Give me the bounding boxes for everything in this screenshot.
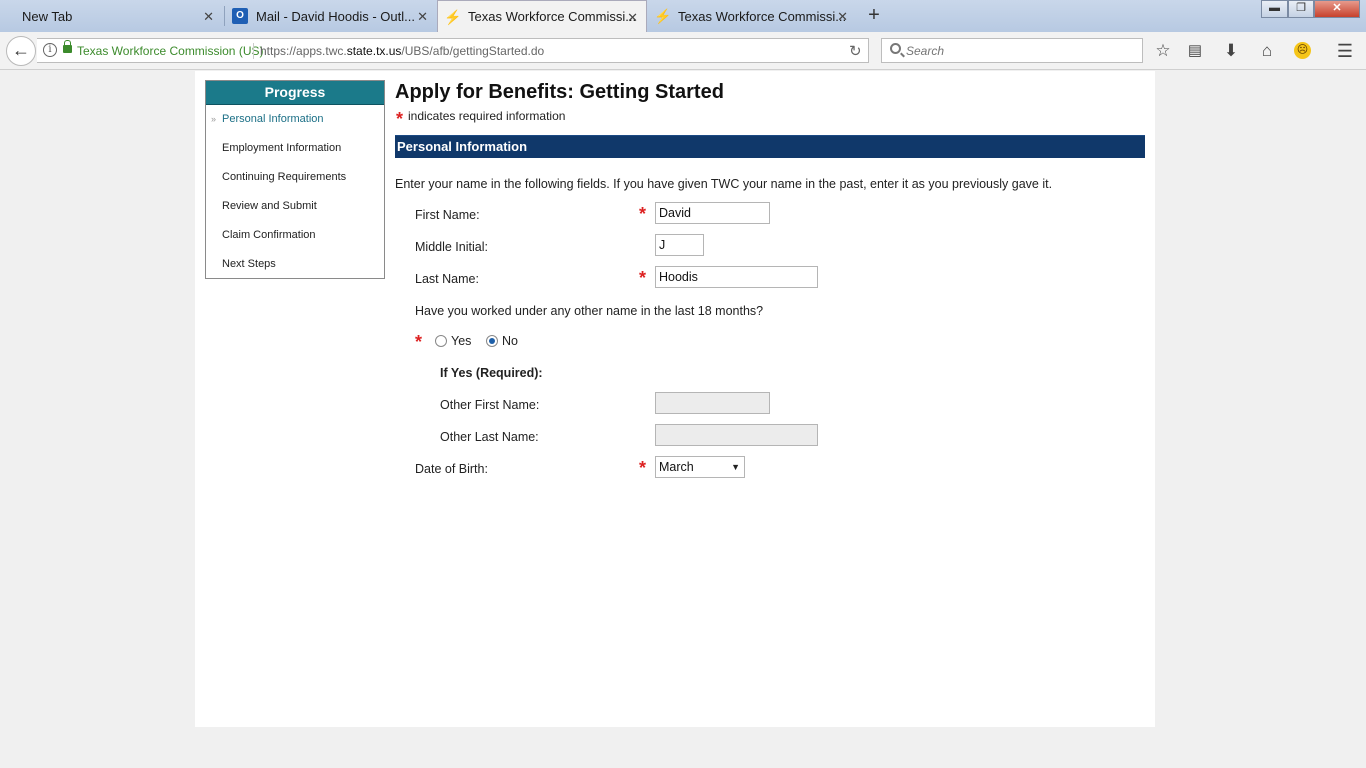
- home-icon[interactable]: ⌂: [1255, 39, 1279, 63]
- personal-information-heading: Personal Information: [395, 135, 1145, 158]
- last-name-label: Last Name:: [415, 272, 479, 286]
- progress-item-claim-confirmation: Claim Confirmation: [222, 229, 316, 241]
- maximize-button[interactable]: ❐: [1288, 0, 1314, 18]
- lock-icon: [63, 40, 72, 53]
- yes-radio[interactable]: [435, 335, 447, 347]
- first-name-label: First Name:: [415, 208, 480, 222]
- page-content: Progress » Personal Information Employme…: [195, 71, 1155, 727]
- search-icon: [890, 43, 901, 54]
- tab-label: Mail - David Hoodis - Outl...: [256, 8, 415, 24]
- first-name-input[interactable]: [655, 202, 770, 224]
- reading-list-icon[interactable]: ▤: [1183, 39, 1207, 63]
- tab-close-icon[interactable]: ✕: [837, 9, 848, 25]
- info-icon[interactable]: i: [43, 43, 57, 57]
- dob-label: Date of Birth:: [415, 462, 488, 476]
- tab-strip: New Tab ✕ O Mail - David Hoodis - Outl..…: [0, 0, 1366, 32]
- url-text[interactable]: https://apps.twc.state.tx.us/UBS/afb/get…: [260, 44, 544, 58]
- last-name-input[interactable]: [655, 266, 818, 288]
- required-note: indicates required information: [408, 109, 566, 123]
- required-star: *: [639, 204, 647, 224]
- search-input[interactable]: [906, 42, 1136, 59]
- chevron-down-icon: ▼: [731, 462, 740, 472]
- other-first-name-label: Other First Name:: [440, 398, 540, 412]
- progress-item-review-and-submit: Review and Submit: [222, 200, 317, 212]
- tab-twc-active[interactable]: ⚡ Texas Workforce Commissi... ✕: [437, 0, 647, 32]
- no-label[interactable]: No: [502, 334, 518, 348]
- menu-icon[interactable]: ☰: [1333, 39, 1357, 63]
- tab-label: Texas Workforce Commissi...: [468, 9, 637, 24]
- twc-bolt-icon: ⚡: [444, 9, 462, 25]
- tab-mail[interactable]: O Mail - David Hoodis - Outl... ✕: [226, 0, 436, 32]
- url-divider: [253, 43, 254, 59]
- url-host: state.tx.us: [346, 44, 402, 58]
- dob-month-select[interactable]: March ▼: [655, 456, 745, 478]
- progress-title: Progress: [206, 81, 384, 105]
- page-title: Apply for Benefits: Getting Started: [395, 81, 724, 103]
- navigation-bar: ← i Texas Workforce Commission (US) http…: [0, 32, 1366, 70]
- url-bar[interactable]: i Texas Workforce Commission (US) https:…: [37, 38, 869, 63]
- tab-twc[interactable]: ⚡ Texas Workforce Commissi... ✕: [648, 0, 856, 32]
- current-step-marker: »: [211, 114, 217, 124]
- tab-label: Texas Workforce Commissi...: [678, 8, 847, 24]
- search-bar[interactable]: [881, 38, 1143, 63]
- no-radio[interactable]: [486, 335, 498, 347]
- progress-item-employment-information: Employment Information: [222, 142, 342, 154]
- progress-item-personal-information: Personal Information: [222, 113, 324, 125]
- twc-bolt-icon: ⚡: [654, 8, 672, 24]
- tab-label: New Tab: [22, 8, 73, 24]
- page-viewport: Progress » Personal Information Employme…: [0, 71, 1350, 727]
- middle-initial-label: Middle Initial:: [415, 240, 488, 254]
- dob-month-value: March: [659, 460, 694, 474]
- required-star: *: [639, 268, 647, 288]
- middle-initial-input[interactable]: [655, 234, 704, 256]
- url-path: /UBS/afb/gettingStarted.do: [401, 44, 545, 58]
- required-star: *: [639, 458, 647, 478]
- required-star: *: [396, 109, 404, 129]
- minimize-button[interactable]: ▬: [1261, 0, 1288, 18]
- reload-icon[interactable]: ↻: [849, 42, 862, 60]
- other-last-name-label: Other Last Name:: [440, 430, 539, 444]
- bookmark-star-icon[interactable]: ☆: [1151, 39, 1175, 63]
- close-window-button[interactable]: ✕: [1314, 0, 1360, 18]
- progress-item-continuing-requirements: Continuing Requirements: [222, 171, 347, 183]
- if-yes-label: If Yes (Required):: [440, 366, 543, 380]
- url-prefix: https://apps.twc.: [260, 44, 347, 58]
- feedback-smiley-icon[interactable]: ☹: [1294, 42, 1311, 59]
- tab-close-icon[interactable]: ✕: [203, 9, 214, 25]
- other-name-question: Have you worked under any other name in …: [415, 304, 764, 318]
- tab-separator: [224, 6, 225, 26]
- back-button[interactable]: ←: [6, 36, 36, 66]
- other-last-name-input[interactable]: [655, 424, 818, 446]
- new-tab-button[interactable]: +: [864, 4, 884, 27]
- required-star: *: [415, 332, 423, 352]
- personal-instruction: Enter your name in the following fields.…: [395, 177, 1053, 191]
- progress-sidebar: Progress » Personal Information Employme…: [205, 80, 385, 279]
- tab-close-icon[interactable]: ✕: [627, 10, 638, 26]
- download-icon[interactable]: ⬇: [1219, 39, 1243, 63]
- progress-item-next-steps: Next Steps: [222, 258, 276, 270]
- outlook-icon: O: [232, 8, 248, 24]
- tab-new-tab[interactable]: New Tab ✕: [0, 0, 222, 32]
- yes-label[interactable]: Yes: [451, 334, 471, 348]
- other-first-name-input[interactable]: [655, 392, 770, 414]
- site-identity[interactable]: Texas Workforce Commission (US): [77, 44, 263, 58]
- tab-close-icon[interactable]: ✕: [417, 9, 428, 25]
